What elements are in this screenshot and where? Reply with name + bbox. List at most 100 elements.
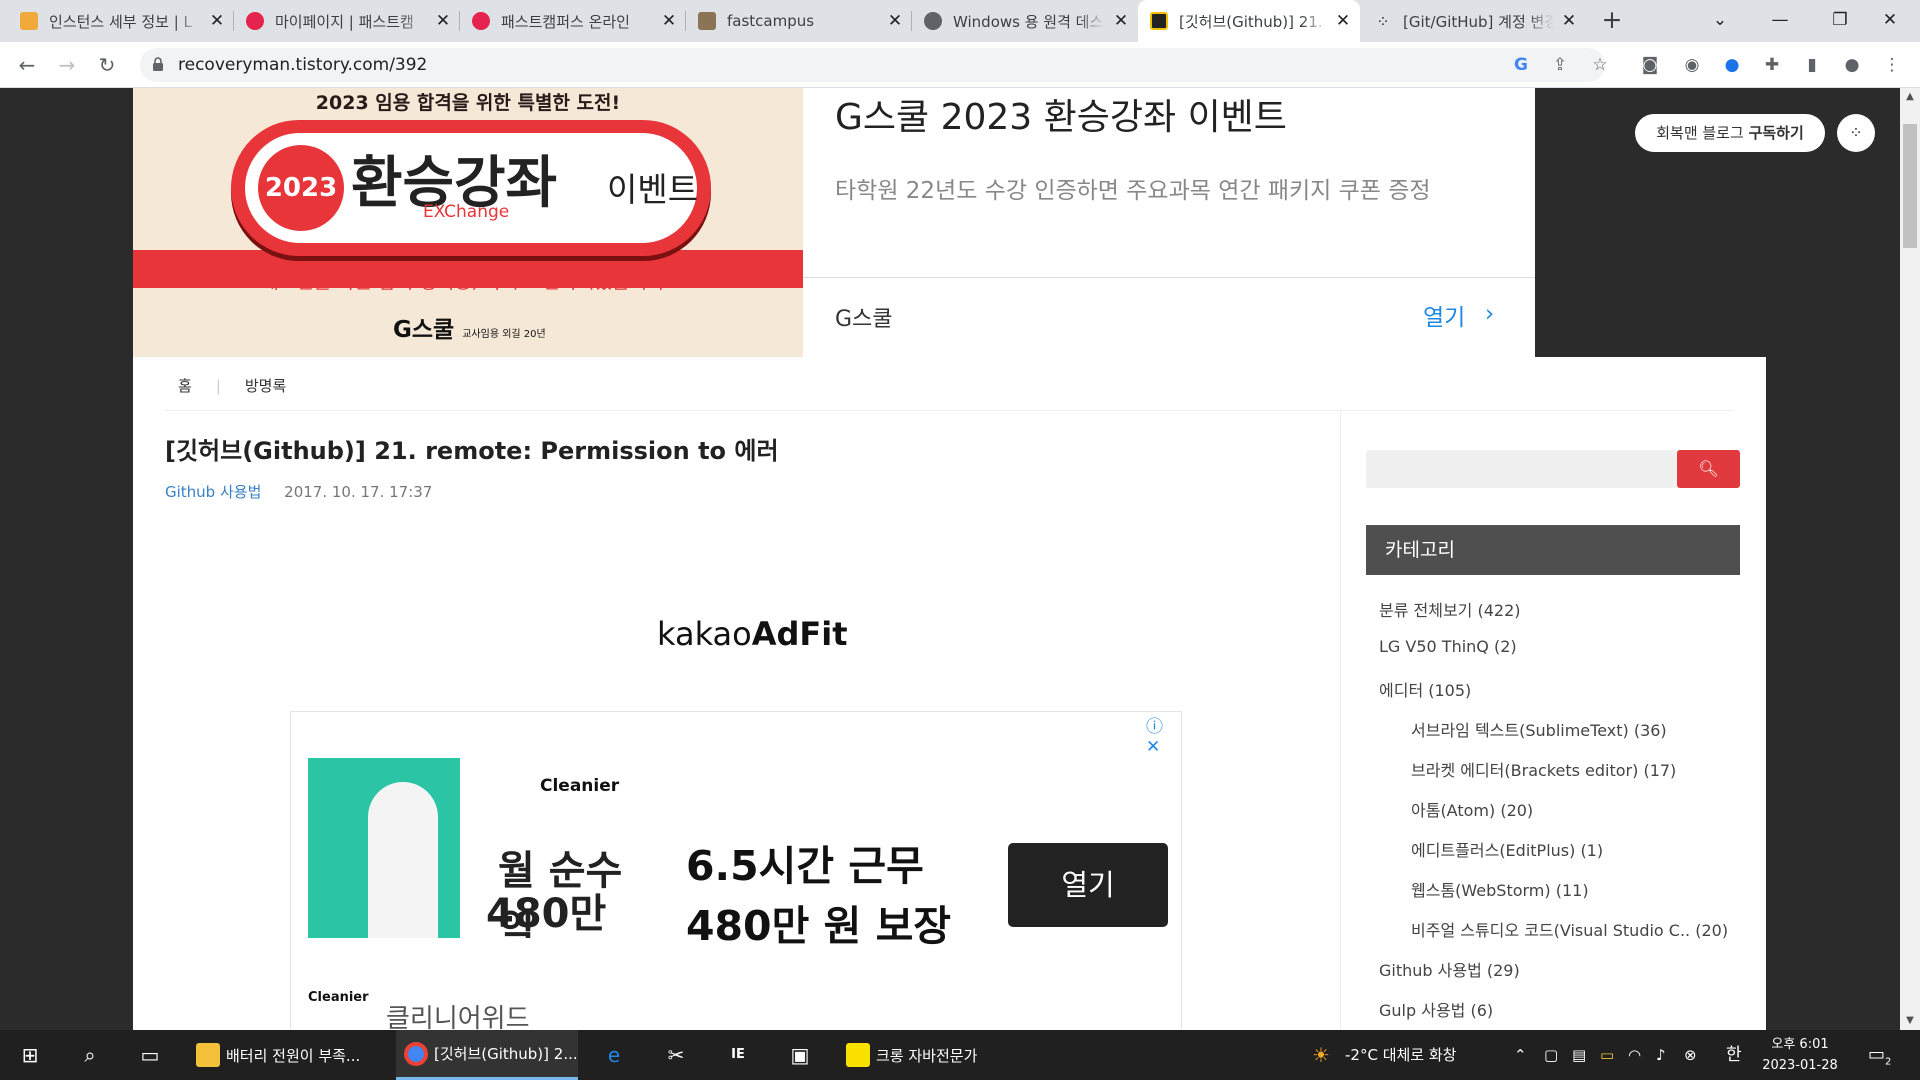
tab-title: 마이페이지 | 패스트캠 [275,12,414,31]
more-menu-icon[interactable]: ⋮ [1880,53,1904,77]
ad-info-icon[interactable]: ⓘ ✕ [1146,712,1181,757]
minimize-button[interactable]: — [1750,0,1810,42]
share-icon[interactable]: ⇪ [1549,54,1571,76]
image-icon [698,12,716,30]
subscribe-button[interactable]: 회복맨 블로그 구독하기 [1635,114,1825,152]
subcategory-item[interactable]: 아톰(Atom) (20) [1411,797,1533,821]
subcategory-item[interactable]: 서브라임 텍스트(SublimeText) (36) [1411,717,1667,741]
banner-top-line: 2023 임용 합격을 위한 특별한 도전! [315,92,621,114]
side-panel-icon[interactable]: ▮ [1800,53,1824,77]
clock-date: 2023-01-28 [1762,1058,1838,1073]
browser-tab[interactable]: fastcampus ✕ [686,0,912,42]
chevron-up-icon[interactable]: ⌃ [1514,1030,1527,1080]
intellij-icon[interactable]: IE [710,1030,766,1080]
subcategory-item[interactable]: 웹스톰(WebStorm) (11) [1411,877,1589,901]
ad-open-button[interactable]: 열기 [1008,843,1168,927]
back-button[interactable]: ← [12,50,42,80]
camera-icon[interactable]: ◙ [1638,53,1662,77]
puzzle-icon[interactable]: ✚ [1760,53,1784,77]
weather-text[interactable]: -2°C 대체로 화창 [1345,1030,1456,1080]
windows-start-icon[interactable]: ⊞ [2,1030,58,1080]
subcategory-item[interactable]: 비주얼 스튜디오 코드(Visual Studio C.. (20) [1411,917,1728,941]
weather-icon[interactable]: ☀ [1312,1030,1330,1080]
new-tab-button[interactable]: + [1596,4,1628,36]
page-scrollbar[interactable]: ▲ ▼ [1900,88,1920,1030]
task-view-icon[interactable]: ▭ [122,1030,178,1080]
ime-indicator[interactable]: 한 [1726,1030,1742,1080]
banner-exchange: EXChange [423,202,510,222]
device-icon[interactable]: ▢ [1544,1030,1558,1080]
aws-icon [20,12,38,30]
ad-banner-image[interactable]: 2023 임용 합격을 위한 특별한 도전! 2023 환승강좌 이벤트 EXC… [133,88,803,357]
extension-icon[interactable]: ◉ [1680,53,1704,77]
profile-avatar[interactable]: ● [1840,53,1864,77]
taskbar-app[interactable]: 크롱 자바전문가 [842,1030,1024,1080]
taskbar-app-active[interactable]: [깃허브(Github)] 2... [396,1030,578,1080]
lock-icon [153,57,163,71]
taskbar-app-label: [깃허브(Github)] 2... [434,1045,578,1063]
taskbar-app[interactable]: 배터리 전원이 부족... [184,1030,394,1080]
category-item[interactable]: 에디터 (105) [1379,677,1471,701]
category-item[interactable]: LG V50 ThinQ (2) [1379,637,1517,656]
tab-search-button[interactable]: ⌄ [1690,0,1750,42]
reload-button[interactable]: ↻ [92,50,122,80]
display-icon[interactable]: ▤ [1572,1030,1586,1080]
ad-image-brand: Cleanier [540,776,620,796]
ad-banner-text[interactable]: G스쿨 2023 환승강좌 이벤트 타학원 22년도 수강 인증하면 주요과목 … [803,88,1535,357]
snipping-tool-icon[interactable]: ✂ [648,1030,704,1080]
scroll-down-arrow[interactable]: ▼ [1900,1012,1920,1030]
tab-title: 인스턴스 세부 정보 | L [49,12,192,31]
browser-tab[interactable]: 마이페이지 | 패스트캠 ✕ [234,0,460,42]
notification-icon[interactable]: ▭2 [1868,1030,1891,1080]
close-icon[interactable]: ✕ [1334,11,1352,31]
volume-icon[interactable]: ♪ [1656,1030,1666,1080]
category-item[interactable]: Gulp 사용법 (6) [1379,997,1493,1021]
battery-icon[interactable]: ▭ [1600,1030,1614,1080]
display-ad[interactable]: ⓘ ✕ Cleanier 월 순수익 480만 원 6.5시간 근무 480만 … [290,711,1182,1030]
ad-image[interactable]: Cleanier 월 순수익 480만 원 [308,758,651,938]
search-icon[interactable]: ⌕ [62,1030,118,1080]
category-heading: 카테고리 [1366,525,1740,575]
nav-divider: | [215,377,221,395]
internet-explorer-icon[interactable]: e [586,1030,642,1080]
category-item[interactable]: Github 사용법 (29) [1379,957,1520,981]
system-clock[interactable]: 오후 6:01 2023-01-28 [1760,1034,1840,1076]
forward-button[interactable]: → [52,50,82,80]
category-item[interactable]: 분류 전체보기 (422) [1379,597,1521,621]
window-app-icon[interactable]: ▣ [772,1030,828,1080]
search-input[interactable]: 🔍︎ [1366,450,1740,488]
bookmark-star-icon[interactable]: ☆ [1589,54,1611,76]
close-window-button[interactable]: ✕ [1860,0,1920,42]
scroll-up-arrow[interactable]: ▲ [1900,88,1920,106]
close-icon[interactable]: ✕ [208,11,226,31]
scroll-thumb[interactable] [1903,124,1917,248]
close-icon[interactable]: ✕ [1560,11,1578,31]
browser-tab[interactable]: 인스턴스 세부 정보 | L ✕ [8,0,234,42]
vpn-extension-icon[interactable]: ● [1720,53,1744,77]
search-icon[interactable]: 🔍︎ [1677,450,1740,488]
google-translate-icon[interactable]: G [1510,54,1532,76]
close-icon[interactable]: ✕ [886,11,904,31]
fastcampus-icon [472,12,490,30]
mute-icon[interactable]: ⊗ [1684,1030,1697,1080]
close-icon[interactable]: ✕ [434,11,452,31]
nav-home[interactable]: 홈 [178,377,192,395]
post-category-link[interactable]: Github 사용법 [165,483,261,501]
address-bar[interactable]: recoveryman.tistory.com/392 G ⇪ ☆ [140,48,1608,82]
grid-menu-icon[interactable]: ⁘ [1837,114,1875,152]
subcategory-item[interactable]: 에디트플러스(EditPlus) (1) [1411,837,1603,861]
wifi-icon[interactable]: ◠ [1628,1030,1641,1080]
banner-open-link[interactable]: 열기 [1423,298,1465,332]
chevron-right-icon[interactable]: › [1485,301,1494,327]
browser-tab-active[interactable]: [깃허브(Github)] 21. re ✕ [1138,0,1360,42]
subcategory-item[interactable]: 브라켓 에디터(Brackets editor) (17) [1411,757,1676,781]
close-icon[interactable]: ✕ [660,11,678,31]
ad-headline-2: 480만 원 보장 [686,902,952,950]
browser-tab[interactable]: Windows 용 원격 데스 ✕ [912,0,1138,42]
close-icon[interactable]: ✕ [1112,11,1130,31]
post-date: 2017. 10. 17. 17:37 [284,483,433,501]
nav-guestbook[interactable]: 방명록 [245,377,286,395]
tab-strip: 인스턴스 세부 정보 | L ✕ 마이페이지 | 패스트캠 ✕ 패스트캠퍼스 온… [0,0,1920,42]
browser-tab[interactable]: 패스트캠퍼스 온라인 ✕ [460,0,686,42]
browser-tab[interactable]: ⁘ [Git/GitHub] 계정 변경 ✕ [1362,0,1586,42]
